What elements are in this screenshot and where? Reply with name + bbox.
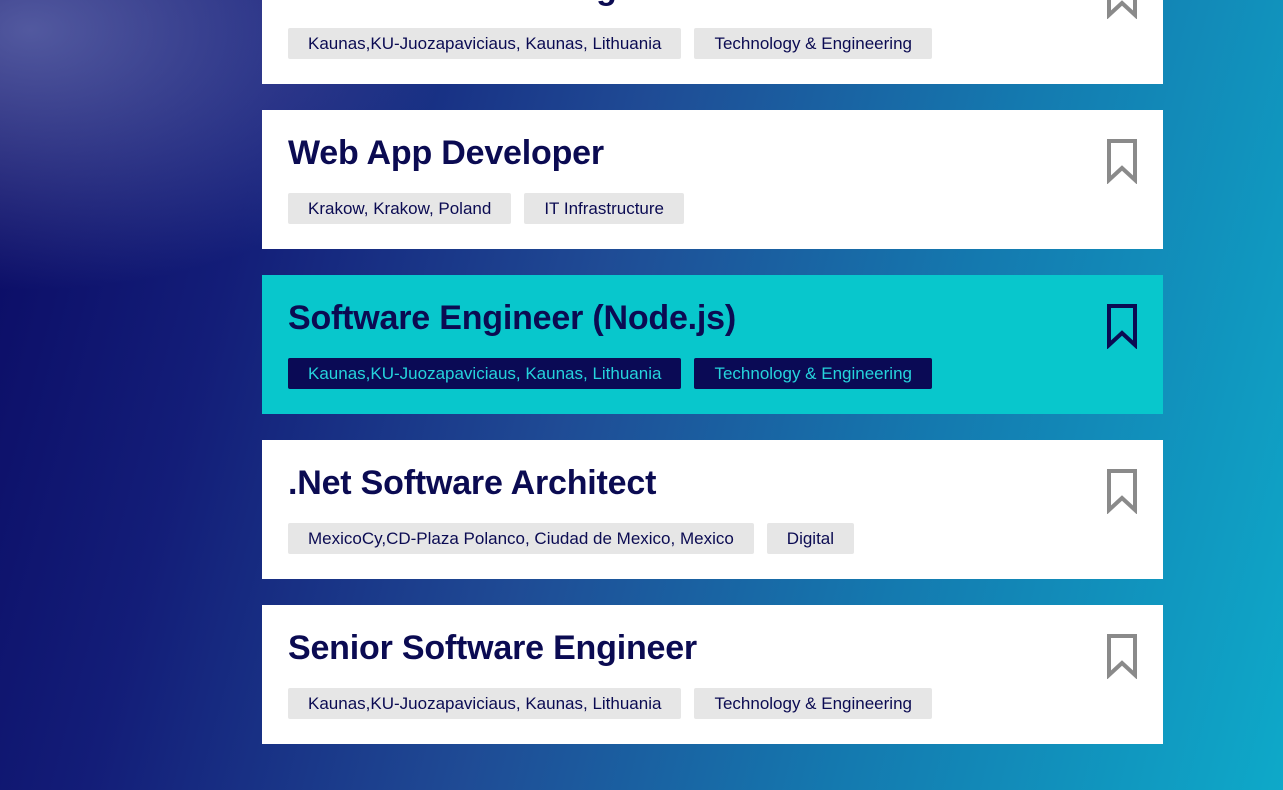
job-card[interactable]: Web App Developer Krakow, Krakow, Poland… xyxy=(262,110,1163,249)
bookmark-icon[interactable] xyxy=(1105,138,1139,184)
location-tag: Krakow, Krakow, Poland xyxy=(288,193,512,224)
bookmark-icon[interactable] xyxy=(1105,303,1139,349)
job-tags: Kaunas,KU-Juozapaviciaus, Kaunas, Lithua… xyxy=(288,688,932,719)
category-tag: Digital xyxy=(766,523,855,554)
job-title[interactable]: Software Engineer (Node.js) xyxy=(288,298,736,338)
location-tag: Kaunas,KU-Juozapaviciaus, Kaunas, Lithua… xyxy=(288,358,682,389)
location-tag: Kaunas,KU-Juozapaviciaus, Kaunas, Lithua… xyxy=(288,688,682,719)
job-card[interactable]: Senior Software Engineer Kaunas,KU-Juoza… xyxy=(262,0,1163,84)
category-tag: IT Infrastructure xyxy=(524,193,685,224)
location-tag: Kaunas,KU-Juozapaviciaus, Kaunas, Lithua… xyxy=(288,28,682,59)
bookmark-icon[interactable] xyxy=(1105,0,1139,19)
category-tag: Technology & Engineering xyxy=(694,28,932,59)
job-tags: Krakow, Krakow, Poland IT Infrastructure xyxy=(288,193,685,224)
bookmark-icon[interactable] xyxy=(1105,633,1139,679)
job-tags: MexicoCy,CD-Plaza Polanco, Ciudad de Mex… xyxy=(288,523,855,554)
bookmark-icon[interactable] xyxy=(1105,468,1139,514)
job-title[interactable]: Senior Software Engineer xyxy=(288,0,697,8)
category-tag: Technology & Engineering xyxy=(694,358,932,389)
location-tag: MexicoCy,CD-Plaza Polanco, Ciudad de Mex… xyxy=(288,523,754,554)
category-tag: Technology & Engineering xyxy=(694,688,932,719)
job-tags: Kaunas,KU-Juozapaviciaus, Kaunas, Lithua… xyxy=(288,28,932,59)
job-title[interactable]: Senior Software Engineer xyxy=(288,628,697,668)
job-title[interactable]: .Net Software Architect xyxy=(288,463,656,503)
job-card-highlighted[interactable]: Software Engineer (Node.js) Kaunas,KU-Ju… xyxy=(262,275,1163,414)
job-card[interactable]: Senior Software Engineer Kaunas,KU-Juoza… xyxy=(262,605,1163,744)
job-title[interactable]: Web App Developer xyxy=(288,133,604,173)
job-tags: Kaunas,KU-Juozapaviciaus, Kaunas, Lithua… xyxy=(288,358,932,389)
job-card[interactable]: .Net Software Architect MexicoCy,CD-Plaz… xyxy=(262,440,1163,579)
